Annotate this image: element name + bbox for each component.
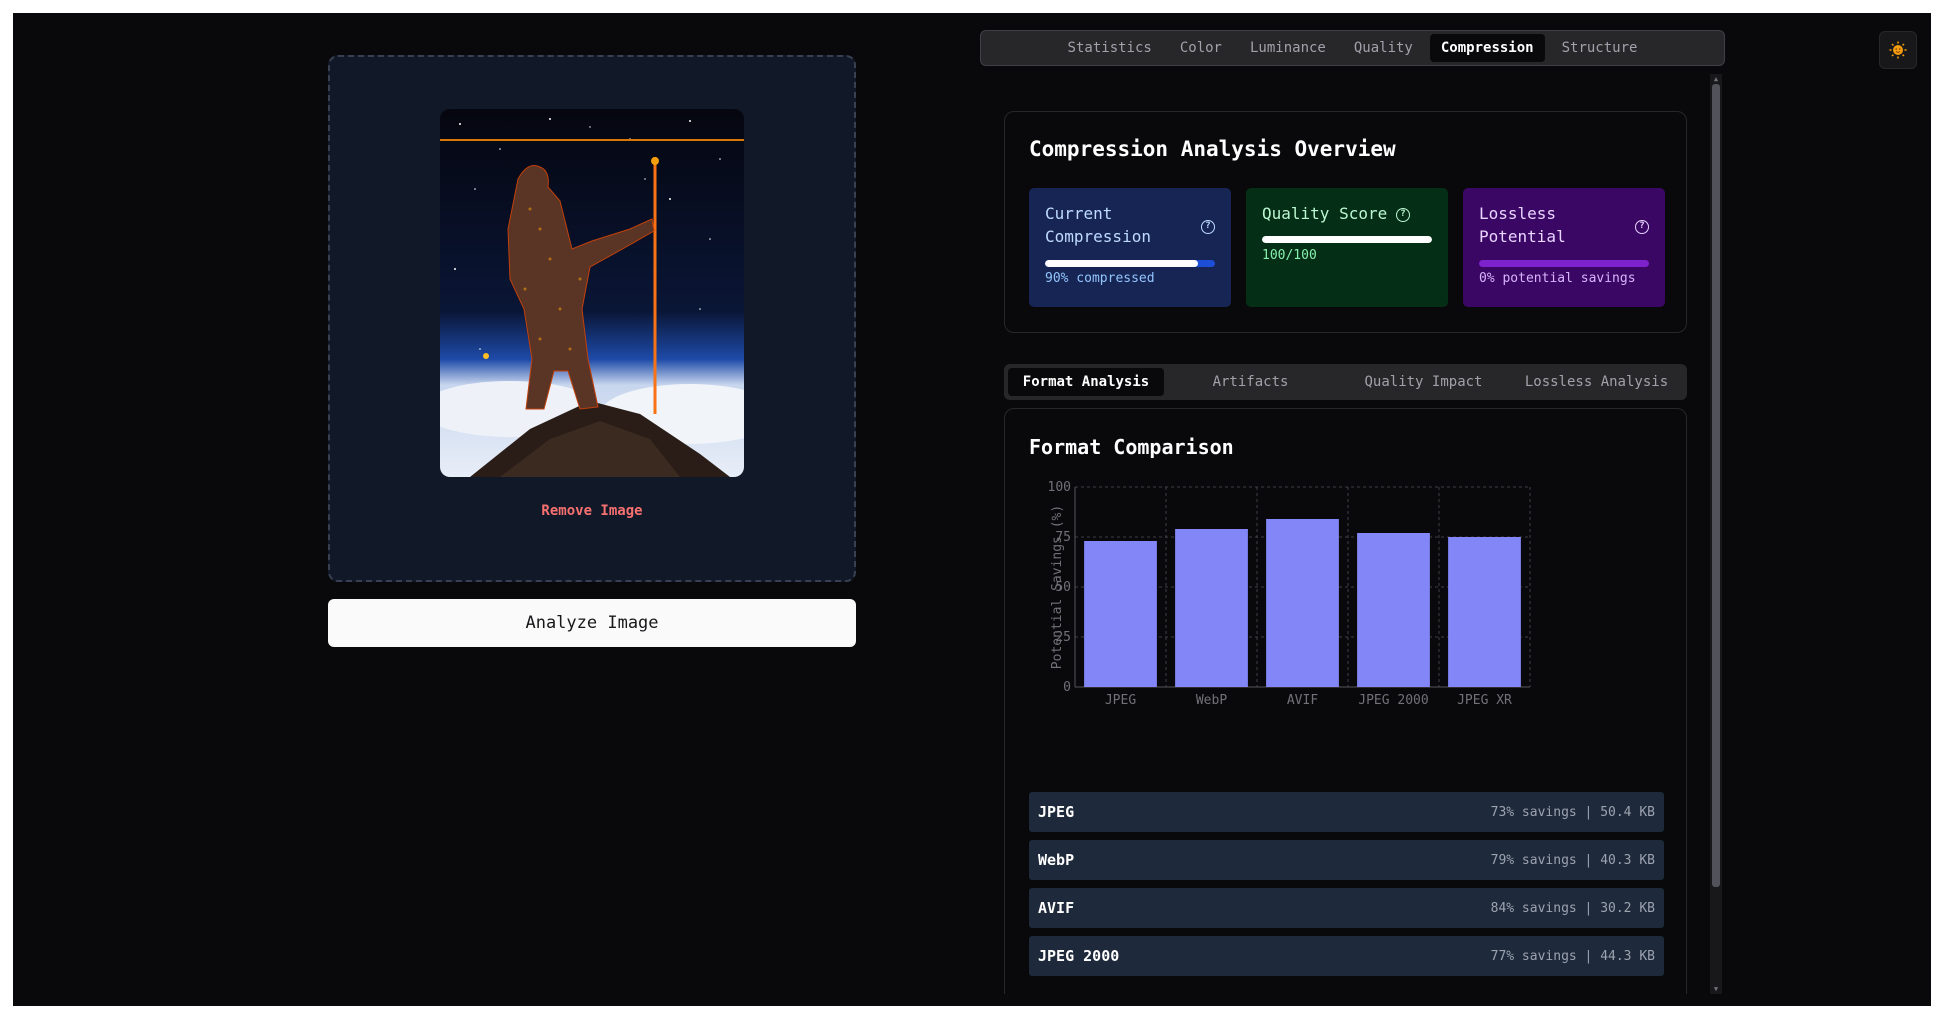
theme-toggle-button[interactable] [1879,31,1917,69]
overview-title: Compression Analysis Overview [1029,137,1396,161]
format-savings-chart: 0255075100JPEG WebP AVIF JPEG 2000 JPEG XRPo… [1048,480,1531,708]
tab-color[interactable]: Color [1169,34,1233,62]
analyze-image-button[interactable]: Analyze Image [328,599,856,647]
help-icon[interactable]: ? [1635,220,1649,234]
format-detail: 79% savings | 40.3 KB [1490,852,1655,868]
scrollbar-thumb[interactable] [1712,84,1720,887]
tab-quality-impact[interactable]: Quality Impact [1337,368,1510,396]
format-name: WebP [1038,851,1075,869]
analysis-tabs: Statistics Color Luminance Quality Compr… [980,30,1725,66]
format-comparison-title: Format Comparison [1029,435,1234,459]
help-icon[interactable]: ? [1201,220,1215,234]
format-row-avif: AVIF 84% savings | 30.2 KB [1029,888,1664,928]
y-tick-label: 100 [1048,480,1071,495]
current-compression-metric: Current Compression ? 90% compressed [1029,188,1231,307]
compression-overview-card: Compression Analysis Overview Current Co… [1004,111,1687,333]
image-drop-zone[interactable]: Remove Image [328,55,856,582]
warrior-artwork [440,109,744,477]
lossless-potential-metric: Lossless Potential ? 0% potential saving… [1463,188,1665,307]
format-row-jpeg-2000: JPEG 2000 77% savings | 44.3 KB [1029,936,1664,976]
quality-progress-bar [1262,236,1432,243]
x-tick-label: JPEG 2000 [1358,693,1428,708]
tab-statistics[interactable]: Statistics [1057,34,1163,62]
metric-label: Lossless Potential [1479,204,1566,246]
format-row-webp: WebP 79% savings | 40.3 KB [1029,840,1664,880]
lossless-value: 0% potential savings [1479,271,1636,286]
format-detail: 77% savings | 44.3 KB [1490,948,1655,964]
compression-panel: Compression Analysis Overview Current Co… [980,74,1725,994]
tab-artifacts[interactable]: Artifacts [1164,368,1337,396]
metric-label: Quality Score [1262,204,1388,223]
bar-avif [1266,519,1339,687]
compression-value: 90% compressed [1045,271,1155,286]
format-name: JPEG [1038,803,1075,821]
format-detail: 73% savings | 50.4 KB [1490,804,1655,820]
x-tick-label: JPEG XR [1457,693,1512,708]
format-comparison-card: Format Comparison 0 25 50 75 100 JPEG WebP AVIF… [1004,408,1687,994]
metric-label: Current Compression [1045,204,1151,246]
format-name: AVIF [1038,899,1075,917]
tab-compression[interactable]: Compression [1429,34,1545,62]
app-window: Remove Image Analyze Image Statistics Co… [13,13,1931,1006]
progress-fill [1262,236,1432,243]
image-preview [440,109,744,477]
x-tick-label: WebP [1196,693,1227,708]
compression-subtabs: Format Analysis Artifacts Quality Impact… [1004,364,1687,400]
scrollbar[interactable]: ▲ ▼ [1710,74,1722,994]
quality-score-metric: Quality Score ? 100/100 [1246,188,1448,307]
tab-luminance[interactable]: Luminance [1239,34,1337,62]
bar-jpeg-2000 [1357,533,1430,687]
y-axis-label: Potential Savings (%) [1050,505,1065,669]
tab-quality[interactable]: Quality [1343,34,1424,62]
progress-fill [1045,260,1198,267]
tab-format-analysis[interactable]: Format Analysis [1008,368,1164,396]
tab-lossless-analysis[interactable]: Lossless Analysis [1510,368,1683,396]
format-row-jpeg: JPEG 73% savings | 50.4 KB [1029,792,1664,832]
quality-value: 100/100 [1262,248,1317,263]
remove-image-button[interactable]: Remove Image [330,503,854,519]
sun-icon [1889,41,1907,59]
format-name: JPEG 2000 [1038,947,1120,965]
y-tick-label: 0 [1063,680,1071,695]
help-icon[interactable]: ? [1396,208,1410,222]
scroll-up-icon[interactable]: ▲ [1710,74,1722,84]
x-tick-label: JPEG [1105,693,1136,708]
bar-jpeg-xr [1448,537,1521,687]
lossless-progress-bar [1479,260,1649,267]
compression-progress-bar [1045,260,1215,267]
tab-structure[interactable]: Structure [1551,34,1649,62]
scroll-down-icon[interactable]: ▼ [1710,984,1722,994]
format-detail: 84% savings | 30.2 KB [1490,900,1655,916]
x-tick-label: AVIF [1287,693,1318,708]
bar-webp [1175,529,1248,687]
bar-jpeg [1084,541,1157,687]
